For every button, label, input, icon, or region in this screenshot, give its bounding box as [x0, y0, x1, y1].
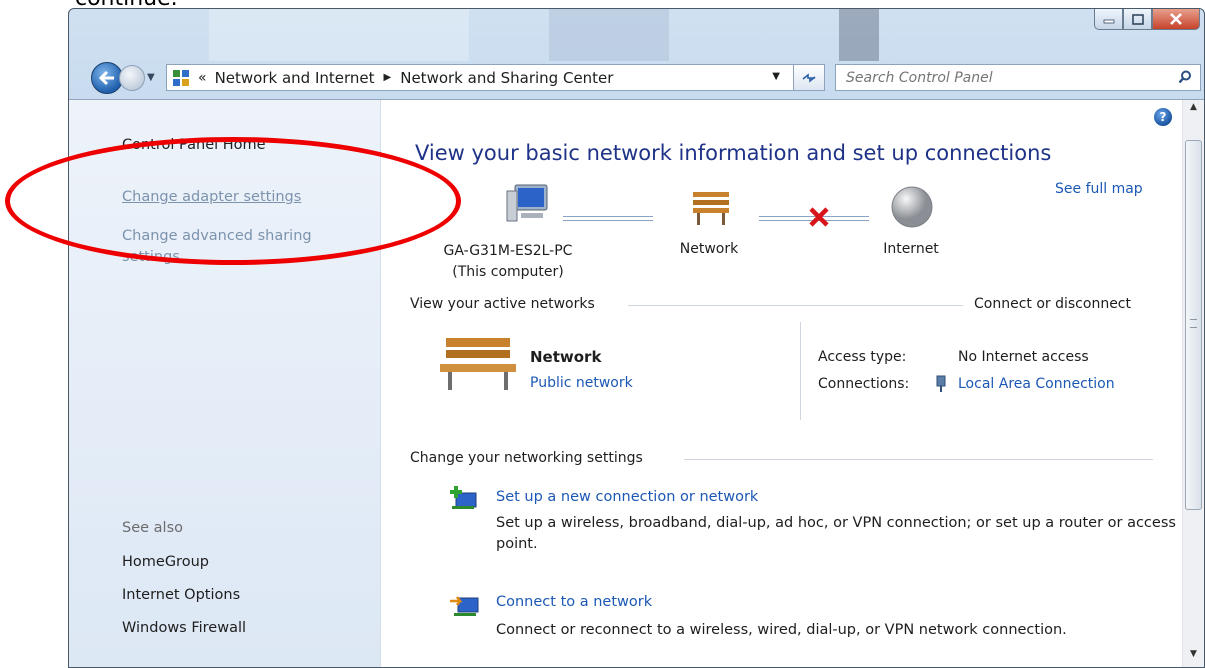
breadcrumb-separator-icon[interactable]: ▶: [384, 72, 392, 83]
address-overflow[interactable]: «: [198, 70, 207, 86]
computer-node: GA-G31M-ES2L-PC (This computer): [408, 241, 608, 283]
refresh-button[interactable]: [793, 65, 824, 90]
ethernet-connection-icon: [936, 375, 946, 392]
scroll-up-icon[interactable]: ▲: [1183, 102, 1204, 118]
network-bench-icon: [440, 338, 516, 390]
access-type-label: Access type:: [818, 349, 907, 365]
connect-to-network-link[interactable]: Connect to a network: [496, 594, 652, 610]
address-bar[interactable]: « Network and Internet ▶ Network and Sha…: [166, 64, 825, 91]
connect-to-network-desc: Connect or reconnect to a wireless, wire…: [496, 622, 1067, 638]
address-dropdown-icon[interactable]: ▼: [772, 71, 780, 82]
back-arrow-icon: [98, 70, 114, 86]
see-full-map-link[interactable]: See full map: [1055, 181, 1143, 197]
close-icon: [1170, 13, 1182, 25]
public-network-link[interactable]: Public network: [530, 375, 633, 391]
active-networks-title: View your active networks: [410, 296, 595, 312]
breadcrumb-sharing-center[interactable]: Network and Sharing Center: [400, 69, 613, 87]
minimize-button[interactable]: [1094, 9, 1123, 30]
help-icon[interactable]: ?: [1154, 108, 1172, 126]
content-area: Control Panel Home Change adapter settin…: [69, 99, 1204, 667]
change-settings-title: Change your networking settings: [410, 450, 643, 466]
navigation-bar: ▼ « Network and Internet ▶ Network and S…: [69, 59, 1204, 95]
setup-new-connection-desc: Set up a wireless, broadband, dial-up, a…: [496, 515, 1176, 552]
scroll-down-icon[interactable]: ▼: [1183, 649, 1204, 665]
computer-name: GA-G31M-ES2L-PC: [443, 243, 573, 259]
breadcrumb-network-internet[interactable]: Network and Internet: [215, 69, 375, 87]
new-connection-icon[interactable]: [448, 484, 480, 512]
network-bench-icon[interactable]: [691, 188, 731, 226]
internet-node-label: Internet: [883, 241, 939, 257]
refresh-icon: [802, 72, 816, 83]
vertical-scrollbar[interactable]: ▲ ▼: [1182, 100, 1204, 667]
connect-or-disconnect-link[interactable]: Connect or disconnect: [974, 296, 1131, 312]
history-dropdown-icon[interactable]: ▼: [147, 72, 155, 83]
access-type-value: No Internet access: [958, 349, 1089, 365]
forward-button[interactable]: [119, 65, 145, 91]
internet-globe-icon[interactable]: [890, 185, 934, 229]
local-area-connection-link[interactable]: Local Area Connection: [958, 376, 1115, 392]
window-controls: [1094, 9, 1200, 30]
control-panel-home-link[interactable]: Control Panel Home: [122, 137, 266, 153]
main-pane: ? View your basic network information an…: [381, 100, 1182, 667]
minimize-icon: [1103, 19, 1114, 24]
network-node-label: Network: [679, 241, 739, 257]
change-adapter-settings-link[interactable]: Change adapter settings: [122, 189, 301, 205]
computer-icon[interactable]: [505, 183, 551, 225]
vertical-divider: [800, 322, 801, 420]
search-input[interactable]: [844, 68, 1148, 87]
computer-sub: (This computer): [452, 264, 564, 280]
see-also-heading: See also: [122, 520, 183, 536]
section-divider: [684, 459, 1153, 460]
disconnected-x-icon[interactable]: [808, 207, 830, 227]
control-panel-icon: [173, 69, 189, 86]
connections-label: Connections:: [818, 376, 910, 392]
maximize-button[interactable]: [1123, 9, 1152, 30]
title-bar[interactable]: [69, 9, 1204, 61]
windows-firewall-link[interactable]: Windows Firewall: [122, 620, 246, 636]
internet-options-link[interactable]: Internet Options: [122, 587, 240, 603]
left-pane: Control Panel Home Change adapter settin…: [69, 100, 381, 667]
homegroup-link[interactable]: HomeGroup: [122, 554, 209, 570]
change-advanced-sharing-link[interactable]: Change advanced sharing settings: [122, 226, 352, 268]
scroll-thumb[interactable]: [1185, 140, 1202, 510]
maximize-icon: [1131, 13, 1144, 25]
setup-new-connection-link[interactable]: Set up a new connection or network: [496, 489, 758, 505]
close-button[interactable]: [1152, 9, 1200, 30]
search-icon[interactable]: [1178, 70, 1192, 84]
active-network-name: Network: [530, 348, 602, 366]
page-heading: View your basic network information and …: [415, 141, 1052, 165]
section-divider: [628, 305, 963, 306]
search-box[interactable]: [835, 64, 1201, 91]
connect-network-icon[interactable]: [448, 591, 480, 619]
explorer-window: ▼ « Network and Internet ▶ Network and S…: [68, 8, 1205, 668]
map-link-line: [563, 216, 653, 221]
